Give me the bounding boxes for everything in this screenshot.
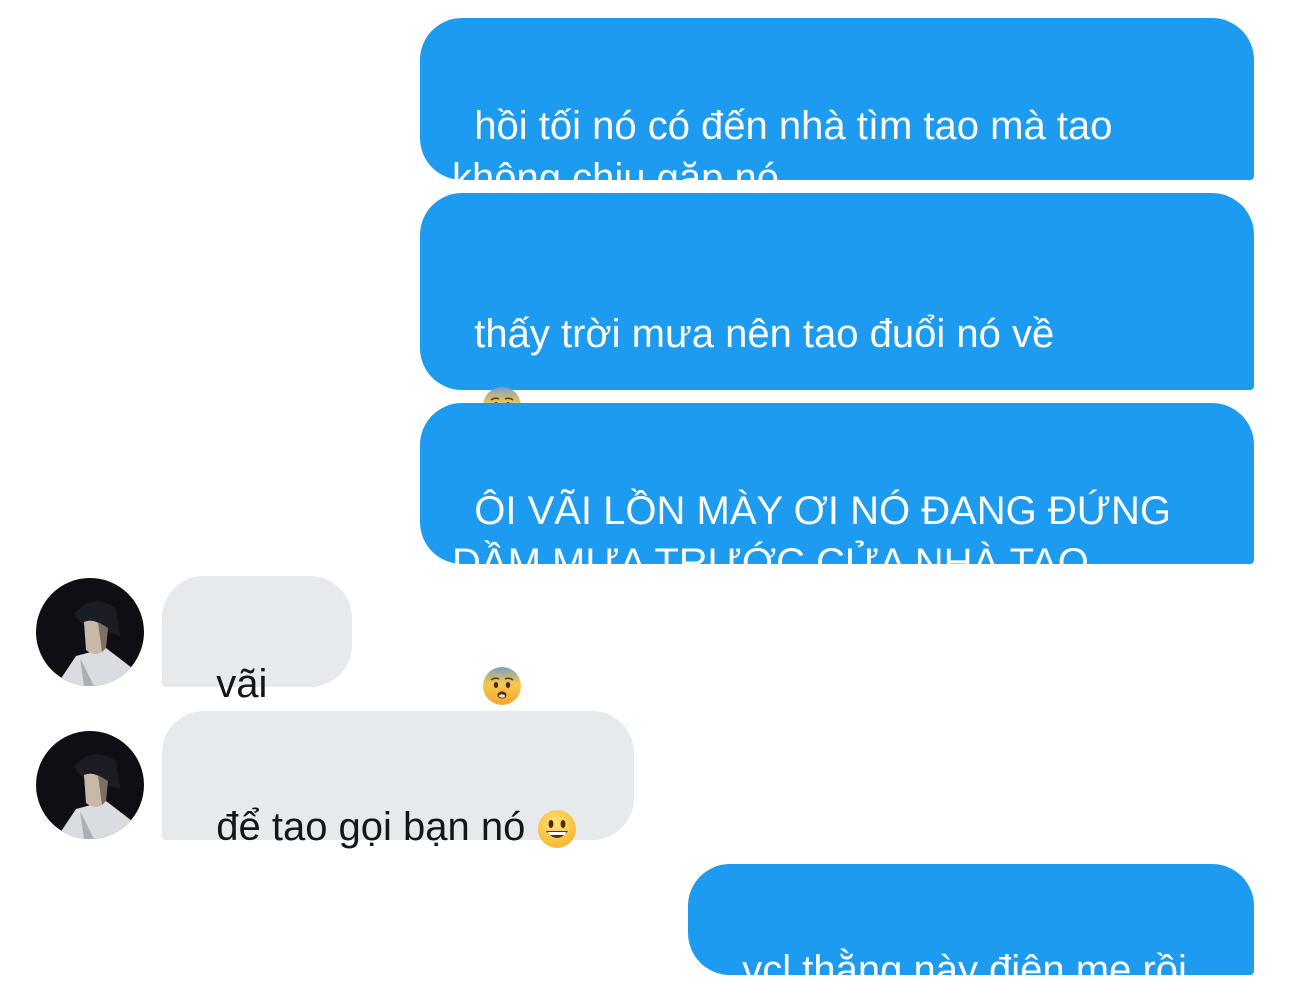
incoming-message-2[interactable]: để tao gọi bạn nó [162,711,634,849]
outgoing-message-2[interactable]: thấy trời mưa nên tao đuổi nó về [420,193,1254,390]
anxious-face-icon [482,666,522,706]
user-avatar[interactable] [36,731,144,839]
incoming-message-1[interactable]: vãi lều [162,576,352,758]
message-text: để tao gọi bạn nó [216,805,526,849]
outgoing-message-4[interactable]: vcl thằng này điên mẹ rồi [688,864,1254,992]
message-text: thấy trời mưa nên tao đuổi nó về [474,312,1055,356]
user-avatar[interactable] [36,578,144,686]
message-text: vcl thằng này điên mẹ rồi [742,948,1187,992]
message-text: hồi tối nó có đến nhà tìm tao mà tao khô… [452,104,1113,200]
outgoing-message-3[interactable]: ÔI VÃI LỒN MÀY ƠI NÓ ĐANG ĐỨNG DẦM MƯA T… [420,403,1254,585]
outgoing-message-1[interactable]: hồi tối nó có đến nhà tìm tao mà tao khô… [420,18,1254,200]
message-text: ÔI VÃI LỒN MÀY ƠI NÓ ĐANG ĐỨNG DẦM MƯA T… [452,489,1171,585]
smiley-face-icon [537,809,577,849]
